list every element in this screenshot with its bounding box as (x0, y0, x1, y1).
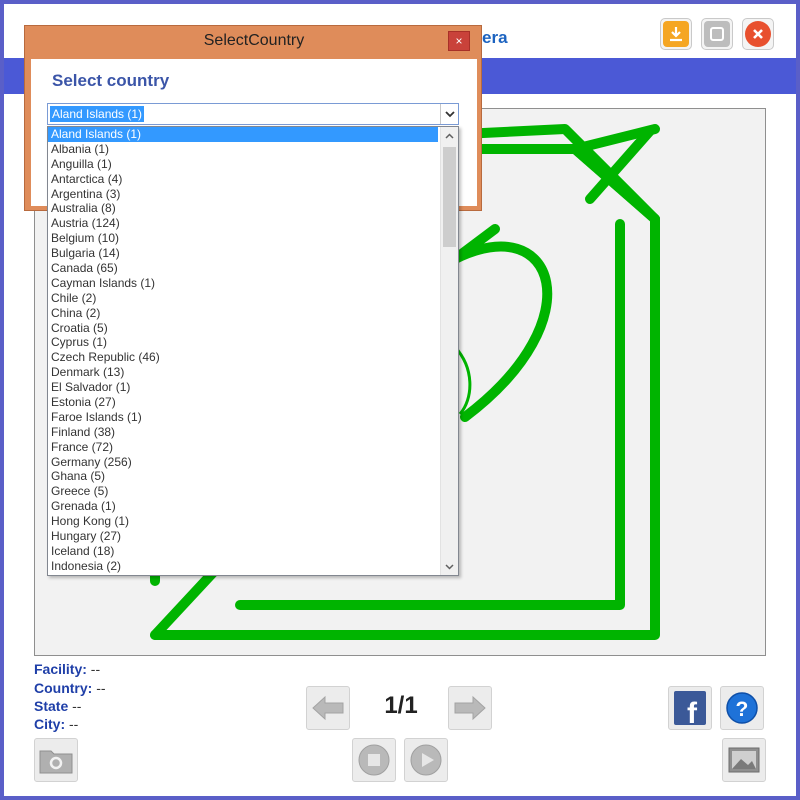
combobox-dropdown-button[interactable] (440, 104, 458, 124)
facility-value: -- (90, 661, 101, 677)
scroll-up-button[interactable] (441, 127, 458, 144)
country-option[interactable]: Hong Kong (1) (48, 514, 438, 529)
facebook-icon: f (674, 691, 706, 726)
country-option[interactable]: Grenada (1) (48, 499, 438, 514)
country-combobox[interactable]: Aland Islands (1) (47, 103, 459, 125)
svg-text:?: ? (736, 698, 749, 721)
country-option[interactable]: El Salvador (1) (48, 380, 438, 395)
country-option[interactable]: Australia (8) (48, 201, 438, 216)
country-option[interactable]: Estonia (27) (48, 395, 438, 410)
country-option[interactable]: Austria (124) (48, 216, 438, 231)
page-indicator: 1/1 (384, 692, 418, 719)
country-option[interactable]: Canada (65) (48, 261, 438, 276)
maximize-button[interactable] (701, 18, 733, 50)
help-button[interactable]: ? (720, 686, 764, 730)
country-option[interactable]: Antarctica (4) (48, 172, 438, 187)
city-label: City: (34, 716, 66, 732)
scroll-thumb[interactable] (443, 147, 456, 247)
country-option[interactable]: Ghana (5) (48, 469, 438, 484)
country-option[interactable]: Bulgaria (14) (48, 246, 438, 261)
state-line: State -- (34, 698, 81, 714)
settings-folder-button[interactable] (34, 738, 78, 782)
country-option[interactable]: Czech Republic (46) (48, 350, 438, 365)
country-value: -- (96, 680, 106, 696)
close-window-button[interactable] (742, 18, 774, 50)
arrow-left-icon (312, 695, 344, 721)
country-option[interactable]: Anguilla (1) (48, 157, 438, 172)
country-option[interactable]: Finland (38) (48, 425, 438, 440)
close-icon (745, 21, 771, 47)
image-icon (728, 747, 760, 773)
dialog-title: SelectCountry (203, 32, 305, 49)
country-option[interactable]: France (72) (48, 440, 438, 455)
dialog-close-button[interactable]: × (448, 31, 470, 51)
country-option[interactable]: Indonesia (2) (48, 559, 438, 574)
maximize-icon (704, 21, 730, 47)
country-option[interactable]: Germany (256) (48, 455, 438, 470)
scroll-down-button[interactable] (441, 558, 458, 575)
svg-text:f: f (687, 697, 698, 726)
help-icon: ? (726, 692, 758, 724)
country-option[interactable]: Belgium (10) (48, 231, 438, 246)
country-option[interactable]: Cyprus (1) (48, 335, 438, 350)
country-option[interactable]: Chile (2) (48, 291, 438, 306)
country-option[interactable]: Cayman Islands (1) (48, 276, 438, 291)
stop-icon (358, 744, 390, 776)
country-label: Country: (34, 680, 93, 696)
play-button[interactable] (404, 738, 448, 782)
chevron-down-icon (444, 111, 455, 118)
country-option[interactable]: Iceland (18) (48, 544, 438, 559)
play-icon (410, 744, 442, 776)
arrow-right-icon (454, 695, 486, 721)
app-title: era (482, 28, 508, 47)
chevron-up-icon (445, 132, 454, 139)
folder-settings-icon (39, 750, 73, 774)
country-option[interactable]: Denmark (13) (48, 365, 438, 380)
image-button[interactable] (722, 738, 766, 782)
country-options: Aland Islands (1) Albania (1) Anguilla (1)… (48, 127, 458, 574)
state-value: -- (72, 698, 82, 714)
chevron-down-icon (445, 563, 454, 570)
country-option[interactable]: Greece (5) (48, 484, 438, 499)
stop-button[interactable] (352, 738, 396, 782)
previous-button[interactable] (306, 686, 350, 730)
country-dropdown-list[interactable]: Aland Islands (1) Albania (1) Anguilla (1)… (47, 126, 459, 576)
combobox-selected-value: Aland Islands (1) (50, 106, 145, 122)
country-option[interactable]: Argentina (3) (48, 187, 438, 202)
country-line: Country: -- (34, 680, 106, 696)
download-icon (663, 21, 689, 47)
next-button[interactable] (448, 686, 492, 730)
country-option[interactable]: Albania (1) (48, 142, 438, 157)
dropdown-scrollbar[interactable] (440, 127, 458, 575)
facebook-button[interactable]: f (668, 686, 712, 730)
country-option[interactable]: China (2) (48, 306, 438, 321)
city-value: -- (69, 716, 79, 732)
download-button[interactable] (660, 18, 692, 50)
country-option[interactable]: Faroe Islands (1) (48, 410, 438, 425)
facility-label: Facility: (34, 661, 87, 677)
city-line: City: -- (34, 716, 78, 732)
state-label: State (34, 698, 69, 714)
country-option[interactable]: Hungary (27) (48, 529, 438, 544)
dialog-heading: Select country (52, 71, 170, 90)
country-option[interactable]: Aland Islands (1) (48, 127, 438, 142)
facility-line: Facility: -- (34, 661, 100, 677)
country-option[interactable]: Croatia (5) (48, 321, 438, 336)
